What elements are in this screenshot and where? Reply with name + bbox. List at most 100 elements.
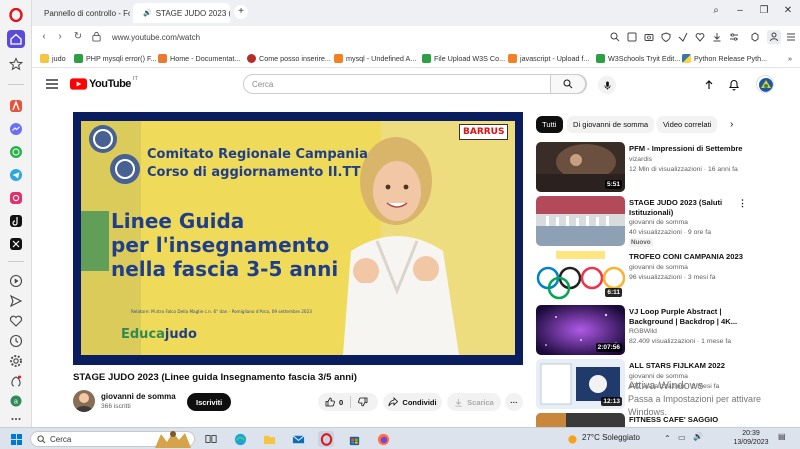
recommendation-thumbnail[interactable] xyxy=(536,413,625,427)
recommendation-thumbnail[interactable]: 5:51 xyxy=(536,142,625,192)
heart-icon[interactable] xyxy=(7,312,25,330)
send-icon[interactable] xyxy=(7,292,25,310)
site-info-icon[interactable] xyxy=(90,31,102,43)
extensions-icon[interactable] xyxy=(7,372,25,390)
bookmark-item[interactable]: javascript - Upload f... xyxy=(508,52,590,64)
weather-sun-icon[interactable] xyxy=(566,431,578,447)
channel-name[interactable]: giovanni de somma xyxy=(101,392,176,401)
network-icon[interactable]: ▭ xyxy=(678,433,686,442)
vpn-icon[interactable] xyxy=(678,32,688,42)
bookmark-item[interactable]: PHP mysqli error() F... xyxy=(74,52,157,64)
firefox-icon[interactable] xyxy=(375,431,391,447)
weather-label[interactable]: 27°C Soleggiato xyxy=(582,433,640,442)
youtube-logo[interactable]: YouTube IT xyxy=(70,76,138,90)
bookmarks-overflow-icon[interactable]: » xyxy=(788,52,792,64)
recommendation-channel[interactable]: RGBWild xyxy=(629,328,657,335)
bookmark-item[interactable]: mysql - Undefined A... xyxy=(334,52,416,64)
edit-icon[interactable] xyxy=(627,32,637,42)
recommendation-channel[interactable]: vizardis xyxy=(629,156,652,163)
wallet-icon[interactable]: a xyxy=(7,392,25,410)
history-icon[interactable] xyxy=(7,332,25,350)
recommendation-item[interactable]: 6:11 TROFEO CONI CAMPANIA 2023 giovanni … xyxy=(536,250,766,300)
easy-setup-icon[interactable] xyxy=(729,32,739,42)
bookmark-item[interactable]: File Upload W3S Co... xyxy=(422,52,505,64)
edge-browser-icon[interactable] xyxy=(232,431,248,447)
bookmark-item[interactable]: Come posso inserire... xyxy=(247,52,331,64)
volume-icon[interactable]: 🔊 xyxy=(693,432,703,441)
more-icon[interactable] xyxy=(7,410,25,428)
subscribe-button[interactable]: Iscriviti xyxy=(187,393,232,411)
system-tray-overflow-icon[interactable]: ⌃ xyxy=(664,434,671,443)
upload-icon[interactable] xyxy=(703,79,715,91)
recommendation-thumbnail[interactable]: 2:07:56 xyxy=(536,305,625,355)
profile-icon[interactable] xyxy=(767,30,781,44)
bookmark-folder-judo[interactable]: judo xyxy=(40,52,66,64)
bookmark-item[interactable]: Python Release Pyth... xyxy=(682,52,767,64)
tiktok-icon[interactable] xyxy=(7,212,25,230)
avatar[interactable] xyxy=(756,75,774,93)
recommendation-title[interactable]: VJ Loop Purple Abstract | Background | B… xyxy=(629,307,749,326)
home-icon[interactable] xyxy=(7,30,25,48)
chip-from-channel[interactable]: Di giovanni de somma xyxy=(567,116,655,133)
recommendation-title[interactable]: PFM - Impressioni di Settembre xyxy=(629,144,749,154)
task-view-icon[interactable] xyxy=(203,431,219,447)
search-input[interactable]: Cerca xyxy=(243,74,587,94)
video-player[interactable]: Comitato Regionale Campania Corso di agg… xyxy=(73,112,523,365)
messenger-icon[interactable] xyxy=(7,120,25,138)
recommendation-title[interactable]: TROFEO CONI CAMPANIA 2023 xyxy=(629,252,749,262)
opera-logo-icon[interactable] xyxy=(7,6,25,24)
bookmark-item[interactable]: Home - Documentat... xyxy=(158,52,240,64)
dislike-icon[interactable] xyxy=(358,397,368,407)
share-button[interactable]: Condividi xyxy=(383,393,442,411)
forward-icon[interactable]: › xyxy=(54,31,66,43)
hamburger-menu-icon[interactable] xyxy=(46,79,58,89)
more-actions-button[interactable]: ··· xyxy=(505,393,523,411)
voice-search-button[interactable] xyxy=(598,76,616,94)
search-button[interactable] xyxy=(550,74,586,94)
recommendation-title[interactable]: ALL STARS FIJLKAM 2022 xyxy=(629,361,749,371)
recommendation-thumbnail[interactable]: 12:13 xyxy=(536,359,625,409)
like-icon[interactable] xyxy=(325,397,335,407)
tab-control-panel[interactable]: Pannello di controllo - Fo xyxy=(34,3,130,23)
tab-youtube[interactable]: 🔊 STAGE JUDO 2023 (Li ✕ xyxy=(133,3,230,23)
notifications-bell-icon[interactable] xyxy=(728,78,740,91)
recommendation-channel[interactable]: giovanni de somma xyxy=(629,219,688,226)
speaker-icon[interactable]: 🔊 xyxy=(143,9,152,17)
taskbar-clock[interactable]: 20:39 13/09/2023 xyxy=(731,429,771,447)
recommendation-item[interactable]: 2:07:56 VJ Loop Purple Abstract | Backgr… xyxy=(536,305,766,355)
star-icon[interactable] xyxy=(7,55,25,73)
menu-icon[interactable] xyxy=(786,32,796,42)
player-icon[interactable] xyxy=(7,272,25,290)
instagram-icon[interactable] xyxy=(7,189,25,207)
shield-icon[interactable] xyxy=(661,32,671,43)
back-icon[interactable]: ‹ xyxy=(38,31,50,43)
more-options-icon[interactable]: ⋮ xyxy=(738,198,747,209)
recommendation-thumbnail[interactable] xyxy=(536,196,625,246)
recommendation-thumbnail[interactable]: 6:11 xyxy=(536,250,625,300)
recommendation-channel[interactable]: giovanni de somma xyxy=(629,264,688,271)
x-twitter-icon[interactable] xyxy=(7,235,25,253)
chip-all[interactable]: Tutti xyxy=(536,116,563,133)
heart-icon[interactable] xyxy=(695,32,705,42)
mail-icon[interactable] xyxy=(290,431,306,447)
recommendation-title[interactable]: STAGE JUDO 2023 (Saluti Istituzionali) xyxy=(629,198,749,217)
restore-icon[interactable]: ❐ xyxy=(756,5,772,16)
download-icon[interactable] xyxy=(712,32,722,42)
settings-gear-icon[interactable] xyxy=(7,352,25,370)
channel-avatar[interactable] xyxy=(73,390,95,412)
search-tabs-icon[interactable]: ⌕ xyxy=(708,5,724,16)
taskbar-search-input[interactable]: Cerca xyxy=(30,431,195,448)
aria-icon[interactable] xyxy=(7,97,25,115)
new-tab-icon[interactable]: + xyxy=(234,5,248,19)
recommendation-item[interactable]: STAGE JUDO 2023 (Saluti Istituzionali) g… xyxy=(536,196,766,247)
chip-related[interactable]: Video correlati xyxy=(657,116,718,133)
camera-icon[interactable] xyxy=(644,32,654,42)
whatsapp-icon[interactable] xyxy=(7,143,25,161)
store-icon[interactable] xyxy=(346,431,362,447)
extensions-icon[interactable] xyxy=(750,32,760,42)
search-icon[interactable] xyxy=(610,32,620,42)
chips-next-icon[interactable]: › xyxy=(730,119,733,130)
reload-icon[interactable]: ↻ xyxy=(72,31,84,43)
opera-taskbar-icon[interactable] xyxy=(318,431,334,447)
minimize-icon[interactable]: – xyxy=(732,5,748,16)
